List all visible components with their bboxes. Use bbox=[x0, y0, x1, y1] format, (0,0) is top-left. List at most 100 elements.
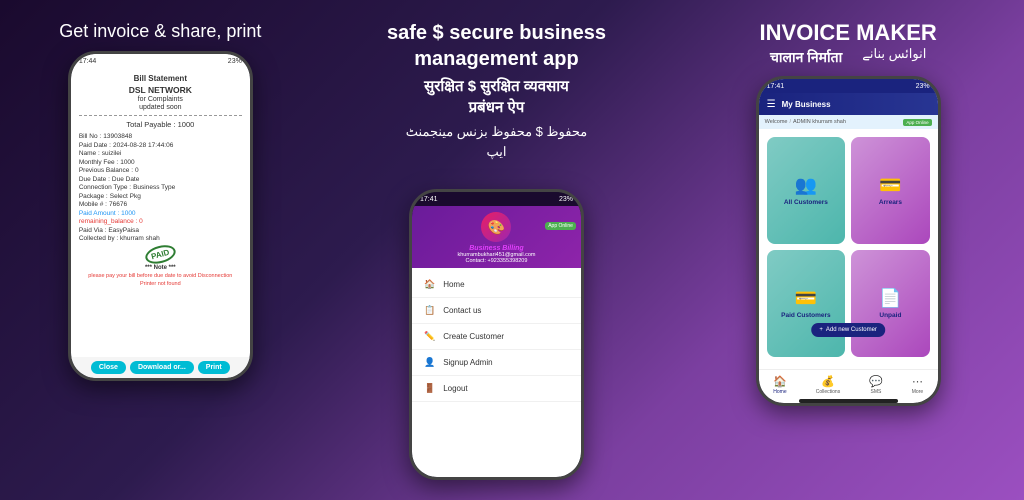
create-customer-icon: ✏️ bbox=[424, 331, 435, 342]
paid-customers-label: Paid Customers bbox=[781, 312, 831, 319]
card-paid-customers[interactable]: 💳 Paid Customers bbox=[767, 250, 846, 357]
signup-admin-icon: 👤 bbox=[424, 357, 435, 368]
phone2-header: 🎨 Business Billing khurrambukhari451@gma… bbox=[412, 206, 581, 268]
bill-remaining-label: remaining_balance : 0 bbox=[79, 218, 143, 225]
bill-value: Due Date bbox=[112, 176, 139, 183]
menu-item-signup-admin[interactable]: 👤 Signup Admin bbox=[412, 350, 581, 376]
add-new-customer-fab[interactable]: + Add new Customer bbox=[811, 323, 885, 337]
section-promo: safe $ secure business management app सु… bbox=[321, 10, 673, 490]
nav-sms-icon: 💬 bbox=[869, 375, 883, 388]
nav-collections-icon: 💰 bbox=[821, 375, 835, 388]
bill-paidvia-label: Paid Via : EasyPaisa bbox=[79, 227, 139, 234]
nav-collections-label: Collections bbox=[816, 389, 840, 395]
phone2-menu: 🏠 Home 📋 Contact us ✏️ Create Customer 👤… bbox=[412, 268, 581, 477]
app-online-badge: App Online bbox=[903, 119, 931, 126]
menu-item-logout[interactable]: 🚪 Logout bbox=[412, 376, 581, 402]
bill-value: Select Pkg bbox=[110, 193, 141, 200]
bill-value: suizilei bbox=[102, 150, 122, 157]
bill-label: Previous Balance : bbox=[79, 167, 133, 174]
section1-title: Get invoice & share, print bbox=[59, 20, 261, 43]
welcome-text: Welcome bbox=[765, 119, 788, 125]
section-invoice: Get invoice & share, print 17:44 23% Bil… bbox=[0, 10, 321, 490]
bill-paidvia-row: Paid Via : EasyPaisa bbox=[79, 227, 242, 234]
phone1-status-bar: 17:44 23% bbox=[71, 54, 250, 68]
nav-home[interactable]: 🏠 Home bbox=[773, 375, 787, 395]
bill-label: Bill No : bbox=[79, 133, 101, 140]
bill-row: Connection Type : Business Type bbox=[79, 184, 242, 191]
nav-collections[interactable]: 💰 Collections bbox=[816, 375, 840, 395]
menu-item-home[interactable]: 🏠 Home bbox=[412, 272, 581, 298]
contact-icon: 📋 bbox=[424, 305, 435, 316]
phone3-app-title: My Business bbox=[782, 100, 831, 109]
arrears-icon: 💳 bbox=[879, 175, 901, 196]
bill-value: 2024-08-28 17:44:06 bbox=[113, 142, 173, 149]
phone3-time: 17:41 bbox=[767, 83, 785, 90]
nav-sms-label: SMS bbox=[871, 389, 882, 395]
menu-contact-label: Contact us bbox=[443, 306, 481, 315]
card-all-customers[interactable]: 👥 All Customers bbox=[767, 137, 846, 244]
nav-home-label: Home bbox=[773, 389, 786, 395]
all-customers-icon: 👥 bbox=[795, 175, 817, 196]
bill-row: Paid Date : 2024-08-28 17:44:06 bbox=[79, 142, 242, 149]
bill-subtitle: DSL NETWORK bbox=[79, 85, 242, 95]
bill-label: Paid Date : bbox=[79, 142, 111, 149]
download-button[interactable]: Download or... bbox=[130, 361, 194, 374]
phone-2: 17:41 23% 🎨 Business Billing khurrambukh… bbox=[409, 189, 584, 480]
bill-paid-label: Paid Amount : 1000 bbox=[79, 210, 136, 217]
nav-sms[interactable]: 💬 SMS bbox=[869, 375, 883, 395]
bill-label: Package : bbox=[79, 193, 108, 200]
bill-value: Business Type bbox=[133, 184, 175, 191]
logout-icon: 🚪 bbox=[424, 383, 435, 394]
promo-line1: safe $ secure business management app bbox=[387, 20, 606, 72]
bill-title: Bill Statement bbox=[79, 74, 242, 83]
card-unpaid[interactable]: 📄 Unpaid bbox=[851, 250, 930, 357]
phone2-battery: 23% bbox=[559, 196, 573, 203]
phone2-logo-icon: 🎨 bbox=[481, 212, 511, 242]
print-button[interactable]: Print bbox=[198, 361, 230, 374]
bill-remaining-row: remaining_balance : 0 bbox=[79, 218, 242, 225]
phone2-contact: Contact: +923355398209 bbox=[466, 258, 528, 264]
bill-value: 13903848 bbox=[103, 133, 132, 140]
nav-more[interactable]: ⋯ More bbox=[912, 375, 923, 395]
card-arrears[interactable]: 💳 Arrears bbox=[851, 137, 930, 244]
bill-value: 1000 bbox=[120, 159, 134, 166]
bill-row: Bill No : 13903848 bbox=[79, 133, 242, 140]
bill-label: Name : bbox=[79, 150, 100, 157]
all-customers-label: All Customers bbox=[784, 199, 828, 206]
phone3-status-bar: 17:41 23% bbox=[759, 79, 938, 93]
bill-row: Mobile # : 76676 bbox=[79, 201, 242, 208]
bill-divider-1 bbox=[79, 115, 242, 116]
menu-item-create-customer[interactable]: ✏️ Create Customer bbox=[412, 324, 581, 350]
hamburger-icon[interactable]: ☰ bbox=[767, 99, 776, 110]
nav-more-icon: ⋯ bbox=[912, 375, 923, 388]
bill-sub2: for Complaints bbox=[79, 96, 242, 103]
bill-sub3: updated soon bbox=[79, 104, 242, 111]
bill-row: Name : suizilei bbox=[79, 150, 242, 157]
bill-label: Mobile # : bbox=[79, 201, 107, 208]
section-invoice-maker: INVOICE MAKER चालान निर्माता انوائس بنان… bbox=[672, 10, 1024, 490]
bill-collected-row: Collected by : khurram shah bbox=[79, 235, 242, 242]
phone3-battery: 23% bbox=[916, 83, 930, 90]
menu-item-contact[interactable]: 📋 Contact us bbox=[412, 298, 581, 324]
phone-1: 17:44 23% Bill Statement DSL NETWORK for… bbox=[68, 51, 253, 381]
phone-3-screen: 17:41 23% ☰ My Business Welcome / ADMIN … bbox=[759, 79, 938, 403]
phone2-biz-name: Business Billing bbox=[469, 245, 523, 252]
bill-label: Monthly Fee : bbox=[79, 159, 118, 166]
bill-row: Monthly Fee : 1000 bbox=[79, 159, 242, 166]
bill-note: *** Note *** bbox=[79, 265, 242, 271]
bill-content: Bill Statement DSL NETWORK for Complaint… bbox=[71, 68, 250, 357]
phone3-home-indicator bbox=[799, 399, 898, 403]
bill-row: Due Date : Due Date bbox=[79, 176, 242, 183]
fab-label: Add new Customer bbox=[826, 327, 877, 333]
bill-total: Total Payable : 1000 bbox=[79, 120, 242, 129]
bill-label: Connection Type : bbox=[79, 184, 131, 191]
bill-warning: please pay your bill before due date to … bbox=[79, 273, 242, 279]
close-button[interactable]: Close bbox=[91, 361, 126, 374]
phone3-subheader: Welcome / ADMIN khurram shah App Online bbox=[759, 115, 938, 129]
bill-stamp: PAID bbox=[79, 246, 242, 263]
phone3-header: ☰ My Business bbox=[759, 93, 938, 115]
phone3-bottom-nav: 🏠 Home 💰 Collections 💬 SMS ⋯ More bbox=[759, 369, 938, 399]
bill-value: 76676 bbox=[109, 201, 127, 208]
phone1-battery: 23% bbox=[228, 58, 242, 65]
bill-value: 0 bbox=[135, 167, 139, 174]
